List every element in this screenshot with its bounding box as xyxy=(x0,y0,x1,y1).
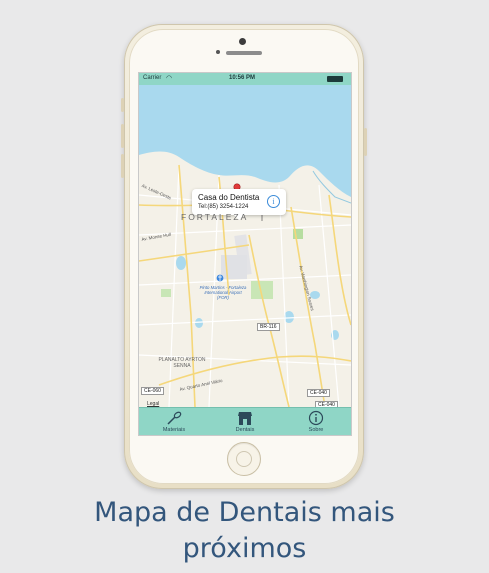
tab-bar: Materiais Dentais Sobre xyxy=(139,407,351,435)
info-icon[interactable]: i xyxy=(267,195,280,208)
caption-line-2: próximos xyxy=(182,533,307,564)
road-badge: CE-040 xyxy=(307,389,330,397)
road-badge: CE-060 xyxy=(141,387,164,395)
tab-dentais[interactable]: Dentais xyxy=(210,408,280,435)
sensor xyxy=(216,50,220,54)
front-camera xyxy=(239,38,246,45)
map-view[interactable]: Casa do Dentista Tel:(85) 3254-1224 i FO… xyxy=(139,85,351,409)
volume-button xyxy=(121,154,124,178)
tab-label: Dentais xyxy=(235,427,255,433)
district-label: PLANALTO AYRTON SENNA xyxy=(158,357,206,369)
carrier-label: Carrier xyxy=(143,75,162,81)
callout-title: Casa do Dentista xyxy=(198,193,260,202)
airport-label: Pinto Martins - Fortaleza International … xyxy=(199,285,247,300)
clock: 10:56 PM xyxy=(229,75,256,81)
status-bar: Carrier ◠ 10:56 PM xyxy=(139,73,351,85)
phone-screen: Carrier ◠ 10:56 PM Casa do Dentista Tel:… xyxy=(138,72,352,436)
battery-icon xyxy=(327,76,343,82)
tab-materiais[interactable]: Materiais xyxy=(139,408,209,435)
earpiece-speaker xyxy=(226,51,262,55)
dental-tool-icon xyxy=(167,411,182,425)
phone-frame: Carrier ◠ 10:56 PM Casa do Dentista Tel:… xyxy=(121,24,367,489)
tab-label: Sobre xyxy=(308,427,324,433)
power-button xyxy=(364,128,367,156)
tab-sobre[interactable]: Sobre xyxy=(281,408,351,435)
volume-button xyxy=(121,124,124,148)
info-icon xyxy=(308,410,324,426)
tab-label: Materiais xyxy=(162,427,186,433)
home-button[interactable] xyxy=(227,442,261,476)
city-label: FORTALEZA xyxy=(181,212,249,222)
caption-line-1: Mapa de Dentais mais xyxy=(94,497,395,528)
side-button xyxy=(121,98,124,112)
store-icon xyxy=(238,412,252,425)
wifi-icon: ◠ xyxy=(166,75,173,82)
road-badge: BR-116 xyxy=(257,323,280,331)
callout-phone: Tel:(85) 3254-1224 xyxy=(198,204,249,210)
